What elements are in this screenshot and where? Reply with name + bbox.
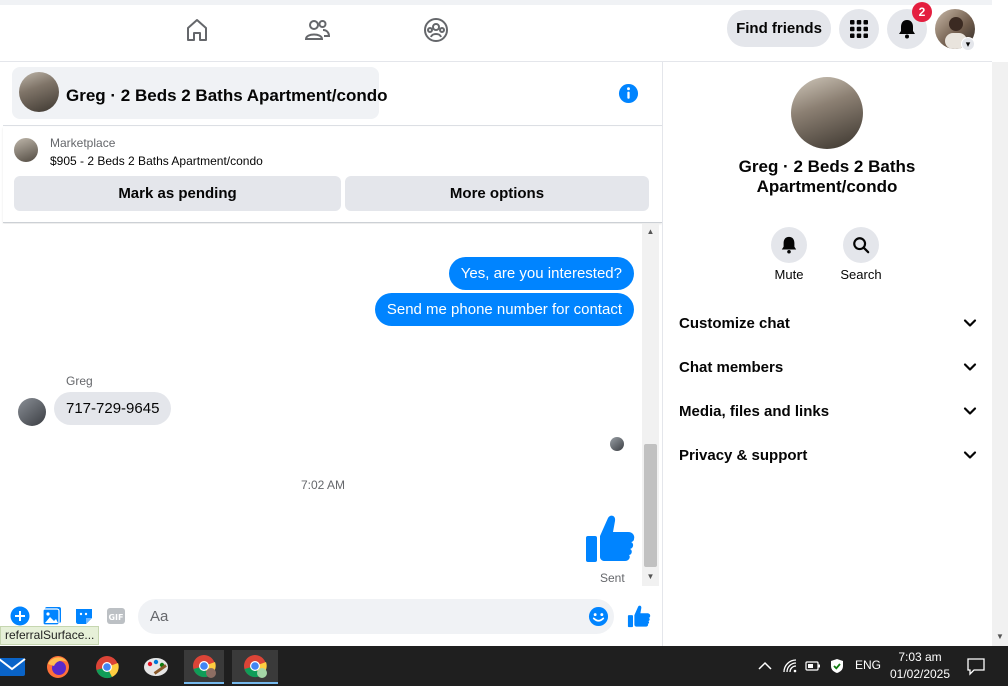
chevron-down-icon [963, 451, 977, 459]
search-icon [853, 237, 870, 254]
grid-icon [850, 20, 868, 38]
home-icon[interactable] [183, 16, 211, 44]
section-label: Privacy & support [679, 446, 808, 464]
groups-icon[interactable] [422, 16, 450, 44]
battery-icon[interactable] [805, 658, 821, 674]
tray-chevron-up-icon[interactable] [757, 658, 773, 674]
sender-avatar[interactable] [18, 398, 46, 426]
friends-icon[interactable] [303, 16, 331, 44]
find-friends-button[interactable]: Find friends [727, 10, 831, 47]
notification-badge: 2 [912, 2, 932, 22]
outgoing-message[interactable]: Send me phone number for contact [374, 293, 634, 326]
account-chevron-icon[interactable]: ▾ [961, 37, 975, 51]
scrollbar-thumb[interactable] [644, 444, 657, 567]
chat-title: Greg · 2 Beds 2 Baths Apartment/condo [66, 86, 388, 105]
photo-icon[interactable] [42, 606, 62, 626]
more-options-button[interactable]: More options [345, 176, 649, 211]
section-label: Chat members [679, 358, 784, 376]
plus-icon[interactable] [10, 606, 30, 626]
listing-title[interactable]: $905 - 2 Beds 2 Baths Apartment/condo [50, 154, 263, 168]
chevron-down-icon [963, 407, 977, 415]
chrome-active-window-icon[interactable] [232, 650, 278, 684]
page: Find friends 2 ▾ Greg · 2 Beds 2 Baths A… [0, 0, 1008, 686]
firefox-icon[interactable] [38, 650, 78, 684]
chat-details-panel [662, 62, 992, 646]
search-label: Search [840, 267, 882, 282]
page-scrollbar[interactable] [992, 62, 1008, 646]
sender-name: Greg [66, 374, 93, 388]
clock-date: 01/02/2025 [889, 667, 951, 681]
security-shield-icon[interactable] [829, 658, 845, 674]
bell-icon [781, 236, 797, 254]
send-like-icon[interactable] [627, 604, 651, 628]
privacy-support-row[interactable]: Privacy & support [679, 443, 977, 467]
scroll-up-arrow-icon[interactable]: ▲ [642, 224, 659, 240]
seen-receipt-avatar [610, 437, 624, 451]
section-label: Customize chat [679, 314, 790, 332]
status-bar-url: referralSurface... [0, 626, 100, 645]
mute-label: Mute [774, 267, 804, 282]
listing-thumbnail [14, 138, 38, 162]
search-button[interactable] [843, 227, 879, 263]
message-input[interactable] [138, 599, 614, 634]
wifi-icon[interactable] [782, 658, 798, 674]
outgoing-message[interactable]: Yes, are you interested? [448, 257, 634, 290]
clock[interactable]: 7:03 am 01/02/2025 [884, 649, 956, 683]
message-timestamp: 7:02 AM [300, 478, 346, 492]
sent-status: Sent [600, 571, 625, 585]
chat-members-row[interactable]: Chat members [679, 355, 977, 379]
mute-button[interactable] [771, 227, 807, 263]
emoji-icon[interactable] [588, 606, 609, 627]
chevron-down-icon [963, 363, 977, 371]
scroll-down-arrow-icon[interactable]: ▼ [642, 569, 659, 585]
chrome-icon[interactable] [87, 650, 127, 684]
clock-time: 7:03 am [898, 650, 942, 664]
chat-details-avatar[interactable] [791, 77, 863, 149]
chrome-profile-icon[interactable] [184, 650, 224, 684]
paint-app-icon[interactable] [136, 650, 176, 684]
gif-icon[interactable]: GIF [106, 606, 126, 626]
page-scroll-down-arrow-icon[interactable]: ▼ [992, 630, 1008, 644]
media-files-links-row[interactable]: Media, files and links [679, 399, 977, 423]
mail-app-icon[interactable] [0, 650, 32, 684]
chat-details-title: Greg · 2 Beds 2 Baths Apartment/condo [738, 157, 916, 196]
sticker-icon[interactable] [74, 606, 94, 626]
bell-icon [899, 20, 915, 39]
chat-thumbnail [19, 72, 59, 112]
marketplace-label: Marketplace [50, 136, 116, 150]
svg-text:GIF: GIF [108, 613, 123, 622]
section-label: Media, files and links [679, 402, 830, 420]
customize-chat-row[interactable]: Customize chat [679, 311, 977, 335]
info-icon[interactable] [618, 83, 639, 104]
menu-grid-button[interactable] [839, 9, 879, 49]
thumbs-up-icon[interactable] [584, 512, 636, 564]
chevron-down-icon [963, 319, 977, 327]
incoming-message[interactable]: 717-729-9645 [54, 392, 172, 425]
mark-as-pending-button[interactable]: Mark as pending [14, 176, 341, 211]
language-indicator[interactable]: ENG [855, 658, 881, 672]
action-center-icon[interactable] [966, 656, 986, 676]
